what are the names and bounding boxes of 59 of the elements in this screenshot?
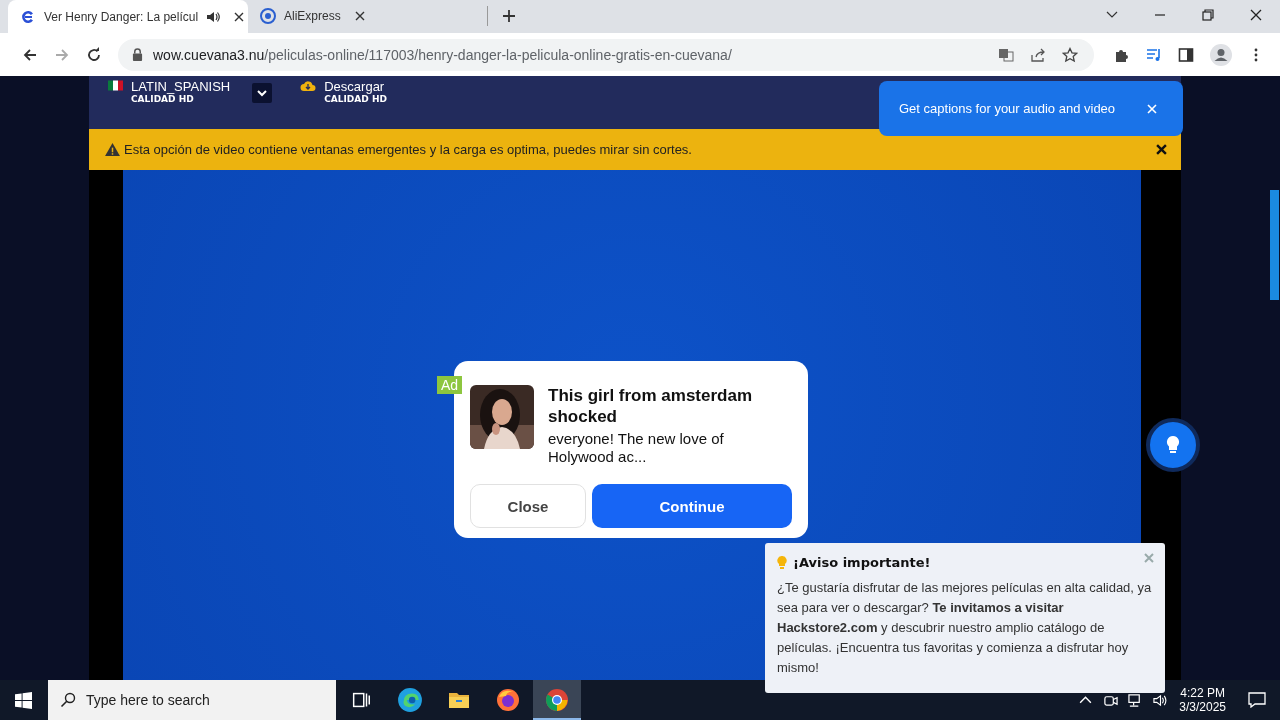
star-icon[interactable] — [1062, 46, 1078, 63]
search-icon — [60, 692, 76, 708]
profile-avatar-icon[interactable] — [1210, 43, 1232, 66]
lock-icon — [132, 48, 143, 61]
clock-time: 4:22 PM — [1180, 686, 1225, 700]
browser-logo-icon — [496, 688, 520, 712]
side-panel-icon[interactable] — [1178, 46, 1194, 63]
tab-title: AliExpress — [284, 9, 341, 23]
clock-date: 3/3/2025 — [1179, 700, 1226, 714]
share-icon[interactable] — [1030, 46, 1046, 63]
notice-title: ¡Aviso importante! — [793, 555, 931, 570]
url-text: wow.cuevana3.nu/peliculas-online/117003/henry-danger-la-pelicula-online-gratis-en-cuevana/ — [153, 46, 732, 63]
ad-badge: Ad — [437, 376, 463, 394]
scrollbar-thumb[interactable] — [1270, 190, 1279, 300]
taskbar-search-field[interactable]: Type here to search — [48, 680, 336, 720]
ad-text: everyone! The new love of Holywood ac... — [548, 430, 725, 466]
warning-icon — [105, 143, 120, 156]
quality-label: CALIDAD HD — [324, 94, 387, 104]
close-icon[interactable] — [1156, 144, 1167, 155]
site-favicon-icon — [260, 8, 276, 24]
back-arrow-icon[interactable] — [22, 46, 38, 63]
quality-label: CALIDAD HD — [131, 94, 195, 104]
cloud-download-icon — [300, 80, 317, 92]
continue-button[interactable]: Continue — [592, 484, 792, 528]
reload-icon[interactable] — [86, 46, 102, 63]
chrome-taskbar-button[interactable] — [533, 680, 581, 720]
address-bar[interactable]: wow.cuevana3.nu/peliculas-online/117003/henry-danger-la-pelicula-online-gratis-en-cuevana/ — [118, 38, 1094, 71]
browser-logo-icon — [397, 687, 423, 713]
close-icon[interactable] — [1249, 8, 1263, 22]
notification-icon[interactable] — [1248, 692, 1266, 708]
option-label[interactable]: LATIN_SPANISH — [131, 79, 231, 94]
close-icon[interactable] — [354, 11, 365, 21]
close-button[interactable]: Close — [470, 484, 586, 528]
warning-text: Esta opción de video contiene ventanas emergentes y la carga es optima, puedes mirar sin cortes. — [124, 142, 692, 157]
close-icon[interactable] — [234, 11, 245, 22]
volume-icon[interactable] — [1153, 692, 1169, 708]
system-clock[interactable]: 4:22 PM 3/3/2025 — [1179, 686, 1226, 714]
tab-title: Ver Henry Danger: La películ — [44, 9, 199, 24]
new-tab-icon[interactable] — [502, 9, 516, 23]
lightbulb-icon — [1165, 435, 1181, 455]
speaker-icon[interactable] — [206, 9, 221, 24]
site-favicon-icon — [20, 8, 36, 25]
windows-start-icon[interactable] — [15, 691, 32, 709]
notice-text: ¿Te gustaría disfrutar de las mejores películas en alta calidad, ya sea para ver o descargar? Te invitamos a visitar Hackstore2.com y descubrir nuestro amplio catálogo de películas. ¡Encuentra tus favoritas y comienza a disfrutar hoy mismo! — [777, 579, 1153, 677]
dropdown-button[interactable] — [252, 83, 273, 103]
tooltip-text: Get captions for your audio and video — [899, 101, 1116, 116]
browser-logo-icon — [545, 688, 569, 712]
search-placeholder: Type here to search — [86, 692, 210, 708]
lightbulb-icon — [777, 555, 787, 570]
flag-icon — [108, 80, 123, 91]
chevron-down-icon — [256, 87, 269, 99]
browser-tab[interactable]: Ver Henry Danger: La películ — [8, 0, 248, 33]
ad-title: This girl from amsterdam shocked — [548, 385, 754, 427]
restore-icon[interactable] — [1201, 8, 1215, 22]
media-queue-icon[interactable] — [1146, 46, 1162, 63]
option-label[interactable]: Descargar — [324, 79, 387, 94]
lightbulb-button[interactable] — [1146, 418, 1200, 472]
translate-icon[interactable] — [998, 46, 1014, 63]
browser-tab[interactable]: AliExpress — [248, 6, 488, 26]
